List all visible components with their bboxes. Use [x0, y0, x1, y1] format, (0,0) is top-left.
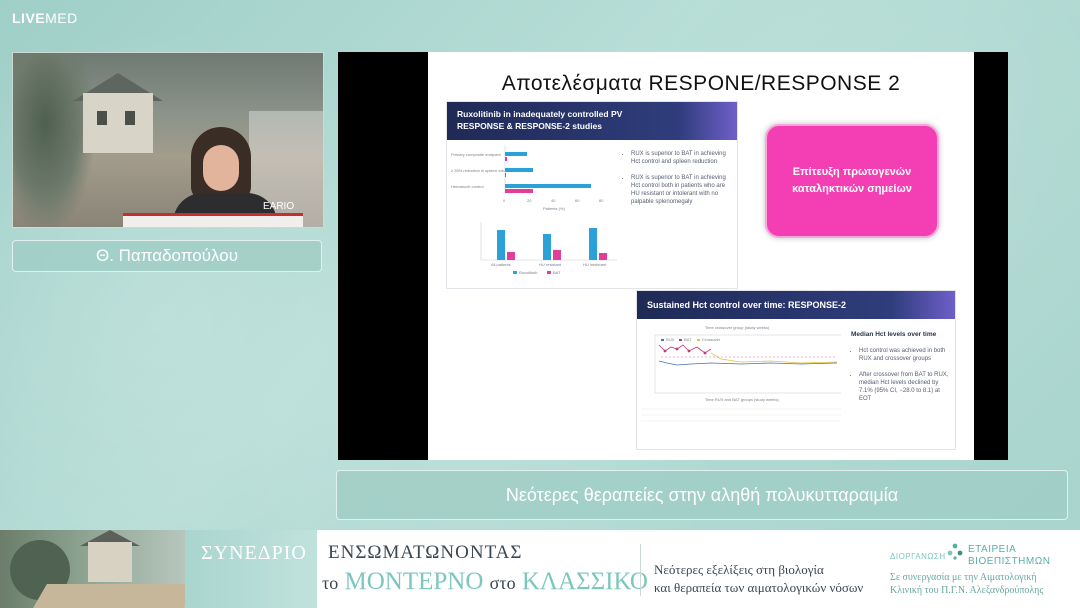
panel2-bullet-head: Median Hct levels over time [851, 331, 937, 338]
panel1-header-line1: Ruxolitinib in inadequately controlled P… [457, 109, 623, 119]
series-crossover-line [710, 352, 838, 364]
podium [123, 213, 303, 227]
subgroup-bar-resistant-rux [543, 234, 551, 260]
video-background-house [83, 93, 153, 153]
session-caption: Νεότερες θεραπείες στην αληθή πολυκυτταρ… [336, 470, 1068, 520]
livemed-logo: LIVEMED [12, 10, 78, 26]
legend-crossover-swatch [697, 339, 700, 341]
x-tick: 0 [503, 198, 506, 203]
series-bat-line [658, 344, 712, 354]
conference-banner: ΣΥΝΕΔΡΙΟ ΕΝΣΩΜΑΤΩΝΟΝΤΑΣ το ΜΟΝΤΕΡΝΟ στο … [0, 530, 1080, 608]
panel1-bullet: RUX is superior to BAT in achieving Hct … [631, 150, 733, 166]
organizer-label: ΔΙΟΡΓΑΝΩΣΗ [890, 552, 946, 561]
logo-live: LIVE [12, 10, 46, 26]
video-window [125, 111, 135, 125]
banner-word-klassiko: ΚΛΑΣΣΙΚΟ [521, 568, 648, 595]
panel2-bullets: Median Hct levels over time Hct control … [851, 331, 951, 411]
series-bat-point [663, 349, 667, 353]
x-axis-label: Patients (%) [543, 206, 565, 211]
podium-text: EARIO [263, 201, 295, 212]
banner-title-line1: ΕΝΣΩΜΑΤΩΝΟΝΤΑΣ [328, 542, 523, 563]
subgroup-bar-all-rux [497, 230, 505, 260]
bar-label-primary: Primary composite endpoint [451, 152, 501, 157]
legend-rux-swatch [513, 271, 517, 274]
banner-word-moderno: ΜΟΝΤΕΡΝΟ [344, 568, 484, 595]
bar-spleen-rux [505, 168, 533, 172]
group-label: All patients [491, 262, 511, 267]
legend-rux: RUX [666, 337, 675, 342]
speaker-name: Θ. Παπαδοπούλου [12, 240, 322, 272]
video-window [97, 111, 107, 125]
panel2-header: Sustained Hct control over time: RESPONS… [637, 291, 955, 319]
bar-hct-rux [505, 184, 591, 188]
legend-rux-swatch [661, 339, 664, 341]
x-tick: 20 [527, 198, 532, 203]
legend-rux: Ruxolitinib [519, 270, 538, 275]
banner-subtitle-line1: Νεότερες εξελίξεις στη βιολογία [654, 562, 824, 577]
banner-word-to: το [322, 573, 339, 593]
series-bat-point [687, 349, 691, 353]
bar-label-spleen: ≥ 35% reduction in spleen volume [451, 168, 512, 173]
organizer-logo-icon [947, 543, 963, 560]
painting-road [33, 584, 190, 608]
organizer-name-line1: ΕΤΑΙΡΕΙΑ [968, 544, 1017, 555]
bar-label-hct: Hematocrit control [451, 184, 484, 189]
cooperation-line1: Σε συνεργασία με την Αιματολογική [890, 572, 1037, 583]
speaker-face [203, 145, 239, 191]
banner-word-sto: στο [489, 573, 516, 593]
speaker-video[interactable]: EARIO [12, 52, 324, 228]
hct-line-chart: Time crossover group (study weeks) RUX B… [641, 325, 841, 422]
subgroup-bar-intolerant-rux [589, 228, 597, 260]
cooperation-line2: Κλινική του Π.Γ.Ν. Αλεξανδρούπολης [890, 585, 1044, 596]
bottom-axis-label: Time RUX and BAT groups (study weeks) [705, 397, 779, 402]
top-axis-label: Time crossover group (study weeks) [705, 325, 770, 330]
subgroup-bar-all-bat [507, 252, 515, 260]
bar-primary-rux [505, 152, 527, 156]
logo-med: MED [45, 10, 78, 26]
panel1-bullet: RUX is superior to BAT in achieving Hct … [631, 174, 733, 206]
panel2-bullet: Hct control was achieved in both RUX and… [859, 347, 951, 363]
hct-control-panel: Sustained Hct control over time: RESPONS… [636, 290, 956, 450]
banner-synedrio: ΣΥΝΕΔΡΙΟ [185, 530, 317, 608]
series-bat-point [703, 351, 707, 355]
subgroup-bar-resistant-bat [553, 250, 561, 260]
panel1-bullets: RUX is superior to BAT in achieving Hct … [623, 150, 733, 214]
series-bat-point [675, 347, 679, 351]
subgroup-bar-intolerant-bat [599, 253, 607, 260]
group-label: HU intolerant [583, 262, 607, 267]
banner-divider [640, 544, 641, 596]
x-tick: 80 [599, 198, 604, 203]
panel1-header: Ruxolitinib in inadequately controlled P… [447, 102, 737, 140]
primary-endpoints-callout: Επίτευξη πρωτογενών καταληκτικών σημείων [765, 124, 939, 238]
bar-primary-bat [505, 157, 507, 161]
x-tick: 60 [575, 198, 580, 203]
bar-spleen-bat [505, 173, 506, 177]
organizer-name-line2: ΒΙΟΕΠΙΣΤΗΜΩΝ [968, 556, 1051, 567]
banner-painting [0, 530, 190, 608]
response-studies-panel: Ruxolitinib in inadequately controlled P… [446, 101, 738, 289]
slide-title: Αποτελέσματα RESPONE/RESPONSE 2 [501, 72, 901, 95]
x-tick: 40 [551, 198, 556, 203]
response-bar-chart: Primary composite endpoint ≥ 35% reducti… [451, 146, 604, 211]
bar-hct-bat [505, 189, 533, 193]
legend-bat-swatch [547, 271, 551, 274]
legend-crossover: Crossover [702, 337, 721, 342]
panel2-bullet: After crossover from BAT to RUX, median … [859, 371, 951, 403]
painting-house [88, 542, 132, 582]
panel1-header-line2: RESPONSE & RESPONSE-2 studies [457, 121, 603, 131]
legend-bat: BAT [553, 270, 561, 275]
banner-subtitle-line2: και θεραπεία των αιματολογικών νόσων [654, 580, 864, 595]
banner-title-line2: το ΜΟΝΤΕΡΝΟ στο ΚΛΑΣΣΙΚΟ [322, 568, 648, 596]
subgroup-bar-chart: All patients HU resistant HU intolerant … [480, 222, 617, 275]
presentation-slide: Αποτελέσματα RESPONE/RESPONSE 2 Ruxoliti… [428, 52, 974, 460]
legend-bat-swatch [679, 339, 682, 341]
group-label: HU resistant [539, 262, 562, 267]
legend-bat: BAT [684, 337, 692, 342]
